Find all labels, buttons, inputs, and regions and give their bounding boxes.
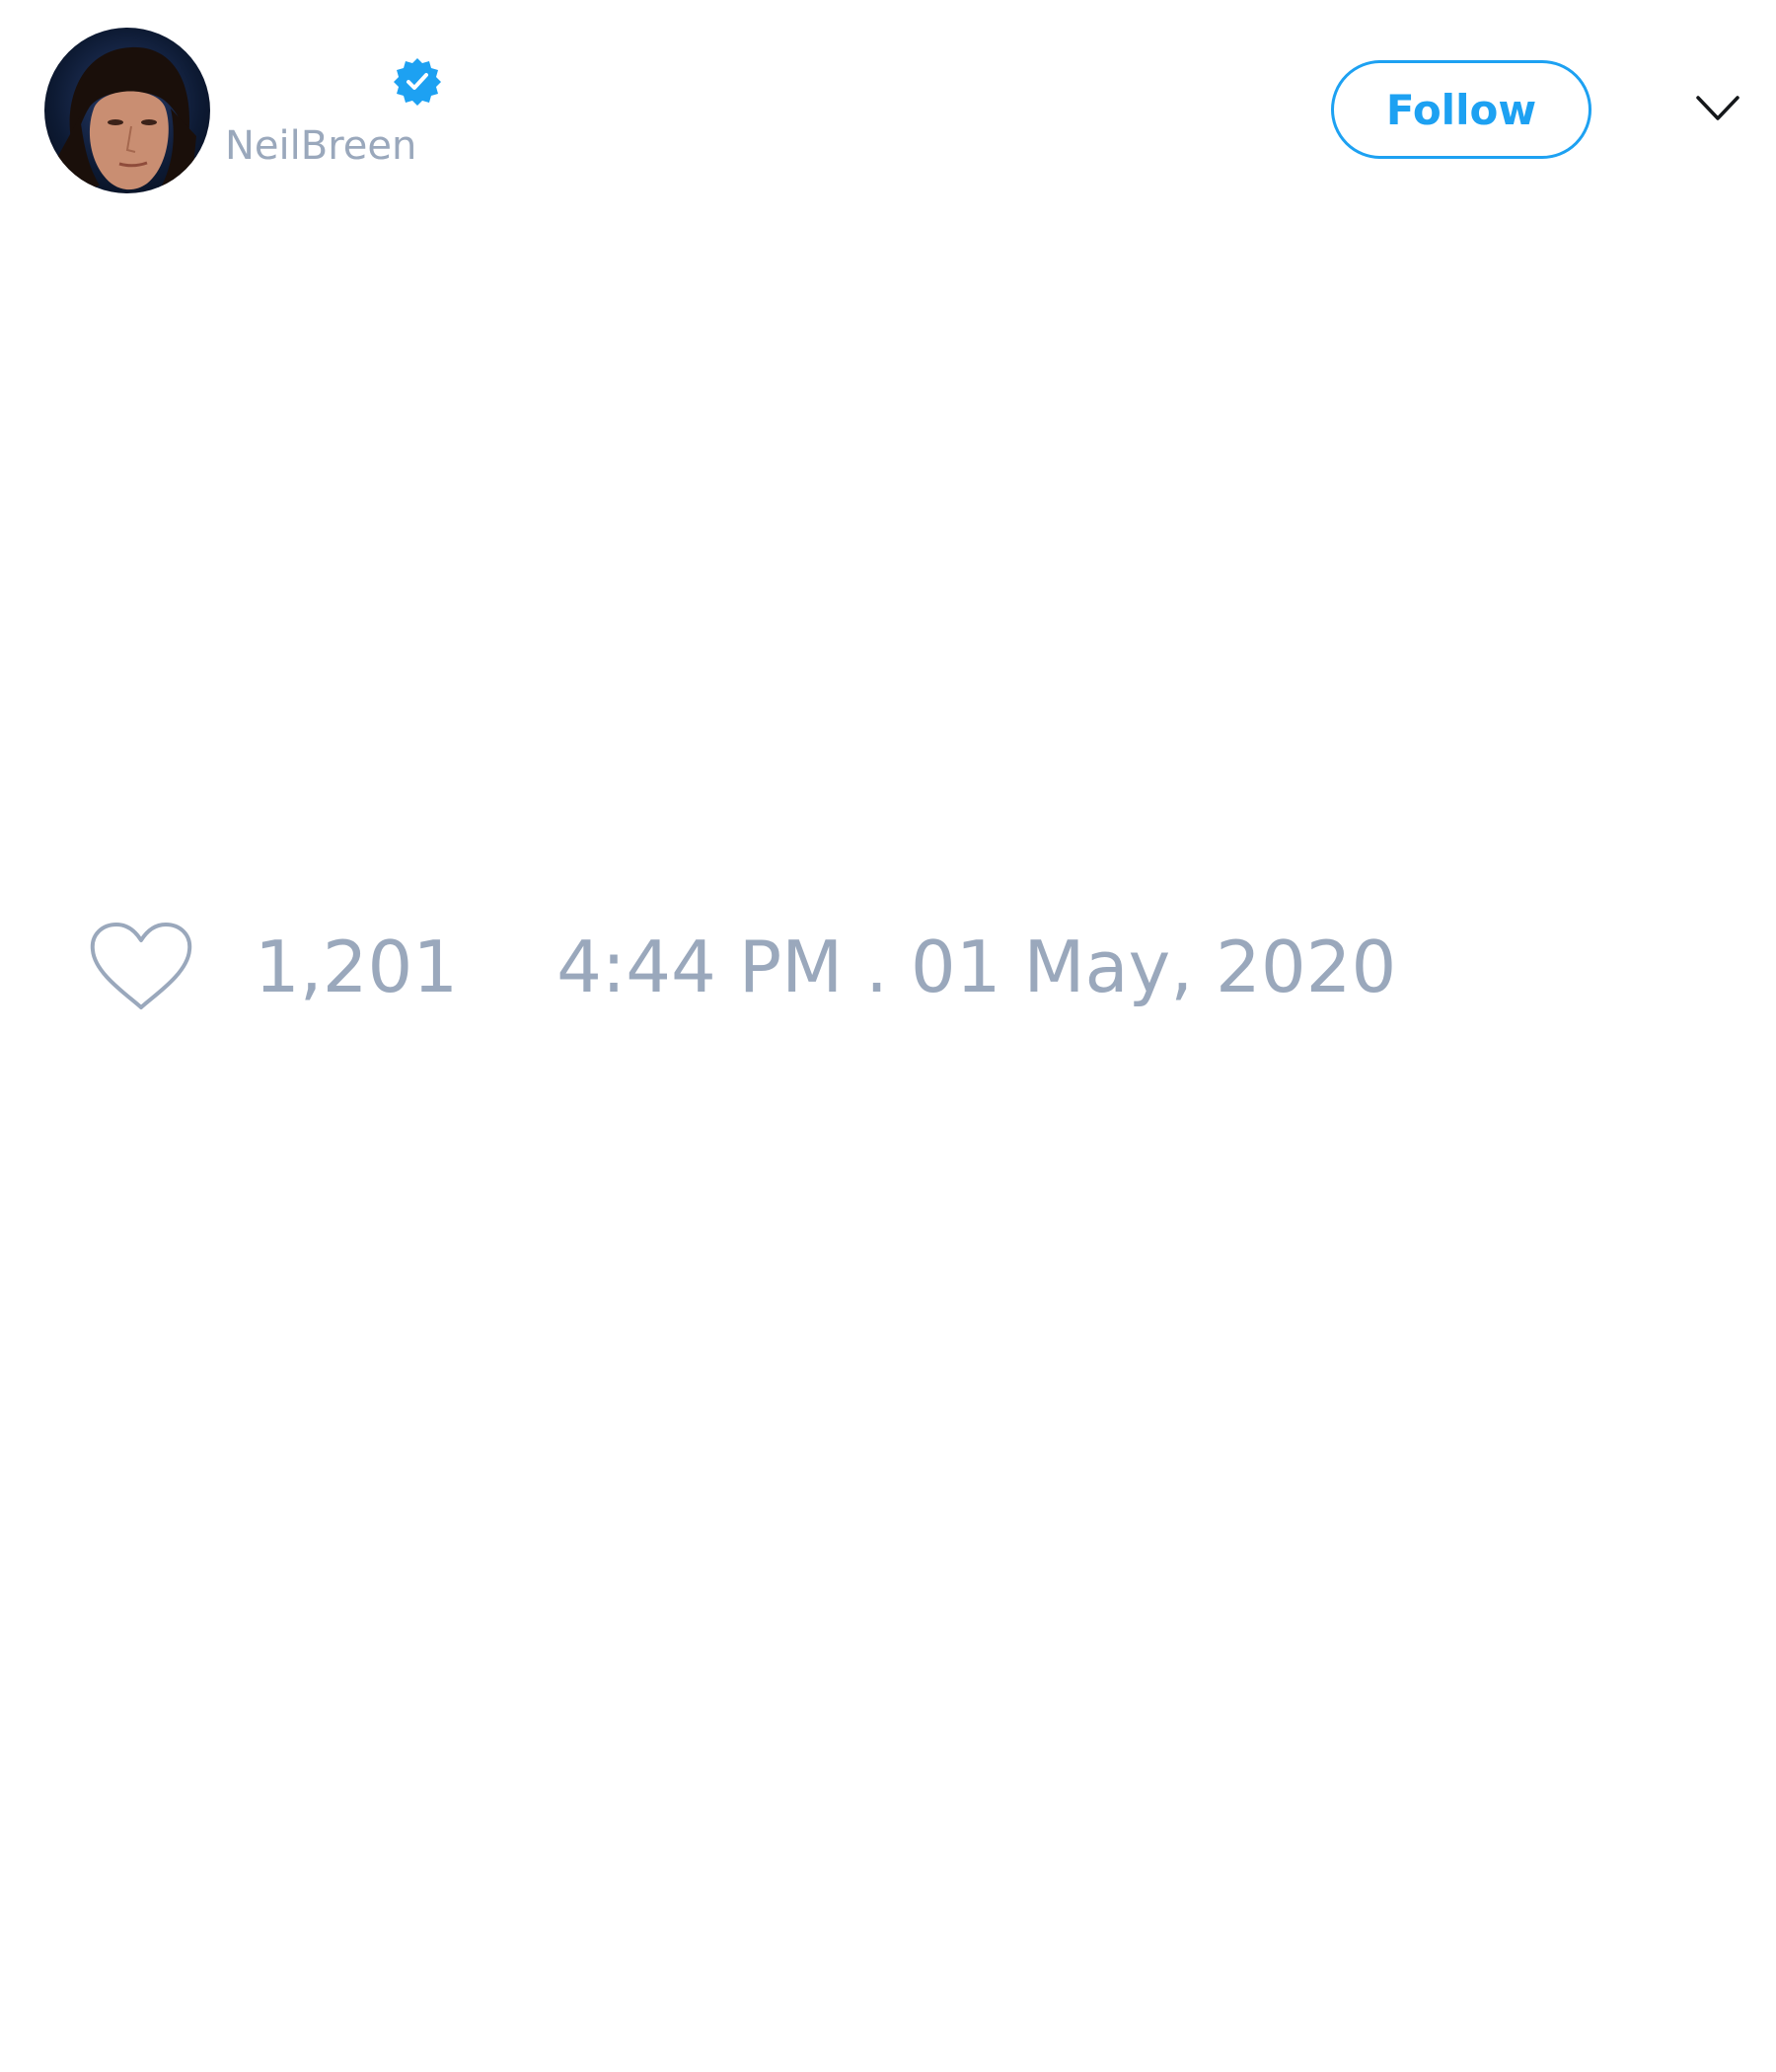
verified-badge-icon — [394, 58, 441, 106]
avatar[interactable] — [44, 28, 210, 193]
follow-button[interactable]: Follow — [1331, 60, 1591, 159]
author-name-row — [225, 51, 442, 111]
heart-icon[interactable] — [89, 921, 193, 1013]
tweet-timestamp[interactable]: 4:44 PM . 01 May, 2020 — [556, 925, 1396, 1008]
avatar-image — [58, 46, 196, 193]
tweet-card: NeilBreen Follow 1,201 4:44 PM . 01 May,… — [0, 0, 1776, 2072]
like-count: 1,201 — [255, 925, 459, 1008]
tweet-footer: 1,201 4:44 PM . 01 May, 2020 — [89, 918, 1396, 1016]
chevron-down-icon[interactable] — [1695, 94, 1740, 123]
tweet-text — [44, 227, 1732, 858]
author-handle[interactable]: NeilBreen — [225, 123, 416, 169]
